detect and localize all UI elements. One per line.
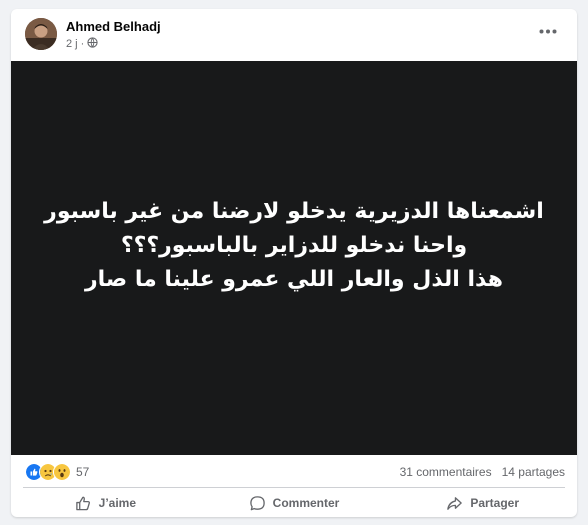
reactions-summary[interactable]: 57 [25,463,89,481]
post-stats: 57 31 commentaires 14 partages [11,457,577,485]
like-label: J’aime [98,496,137,510]
divider [23,487,565,488]
post-time[interactable]: 2 j [66,38,78,50]
globe-icon [87,37,98,51]
wow-icon [53,463,71,481]
author-name[interactable]: Ahmed Belhadj [66,19,161,34]
comments-count[interactable]: 31 commentaires [400,465,492,479]
post-image-text: اشمعناها الدزيرية يدخلو لارضنا من غير با… [34,195,554,297]
engagement-stats: 31 commentaires 14 partages [400,465,565,479]
share-icon [447,496,463,510]
comment-label: Commenter [272,496,340,510]
shares-count[interactable]: 14 partages [502,465,565,479]
post-actions: J’aime Commenter Partager [11,489,577,517]
reaction-count: 57 [76,465,90,479]
post-text-line: واحنا ندخلو للدزاير بالباسبور؟؟؟ [120,233,468,258]
thumbs-up-icon [75,496,90,510]
comment-button[interactable]: Commenter [200,489,389,517]
more-icon [539,29,557,33]
post-text-line: هذا الذل والعار اللي عمرو علينا ما صار [84,267,503,292]
post-card: Ahmed Belhadj 2 j · اشمعناها الدزيرية يد… [11,9,577,517]
share-label: Partager [470,496,520,510]
post-meta: 2 j · [66,37,98,51]
post-text-line: اشمعناها الدزيرية يدخلو لارضنا من غير با… [44,199,544,224]
comment-icon [249,495,265,510]
like-button[interactable]: J’aime [11,489,200,517]
avatar[interactable] [25,18,57,50]
post-image[interactable]: اشمعناها الدزيرية يدخلو لارضنا من غير با… [11,61,577,455]
more-options-button[interactable] [537,23,559,39]
post-header: Ahmed Belhadj 2 j · [11,9,577,61]
share-button[interactable]: Partager [388,489,577,517]
